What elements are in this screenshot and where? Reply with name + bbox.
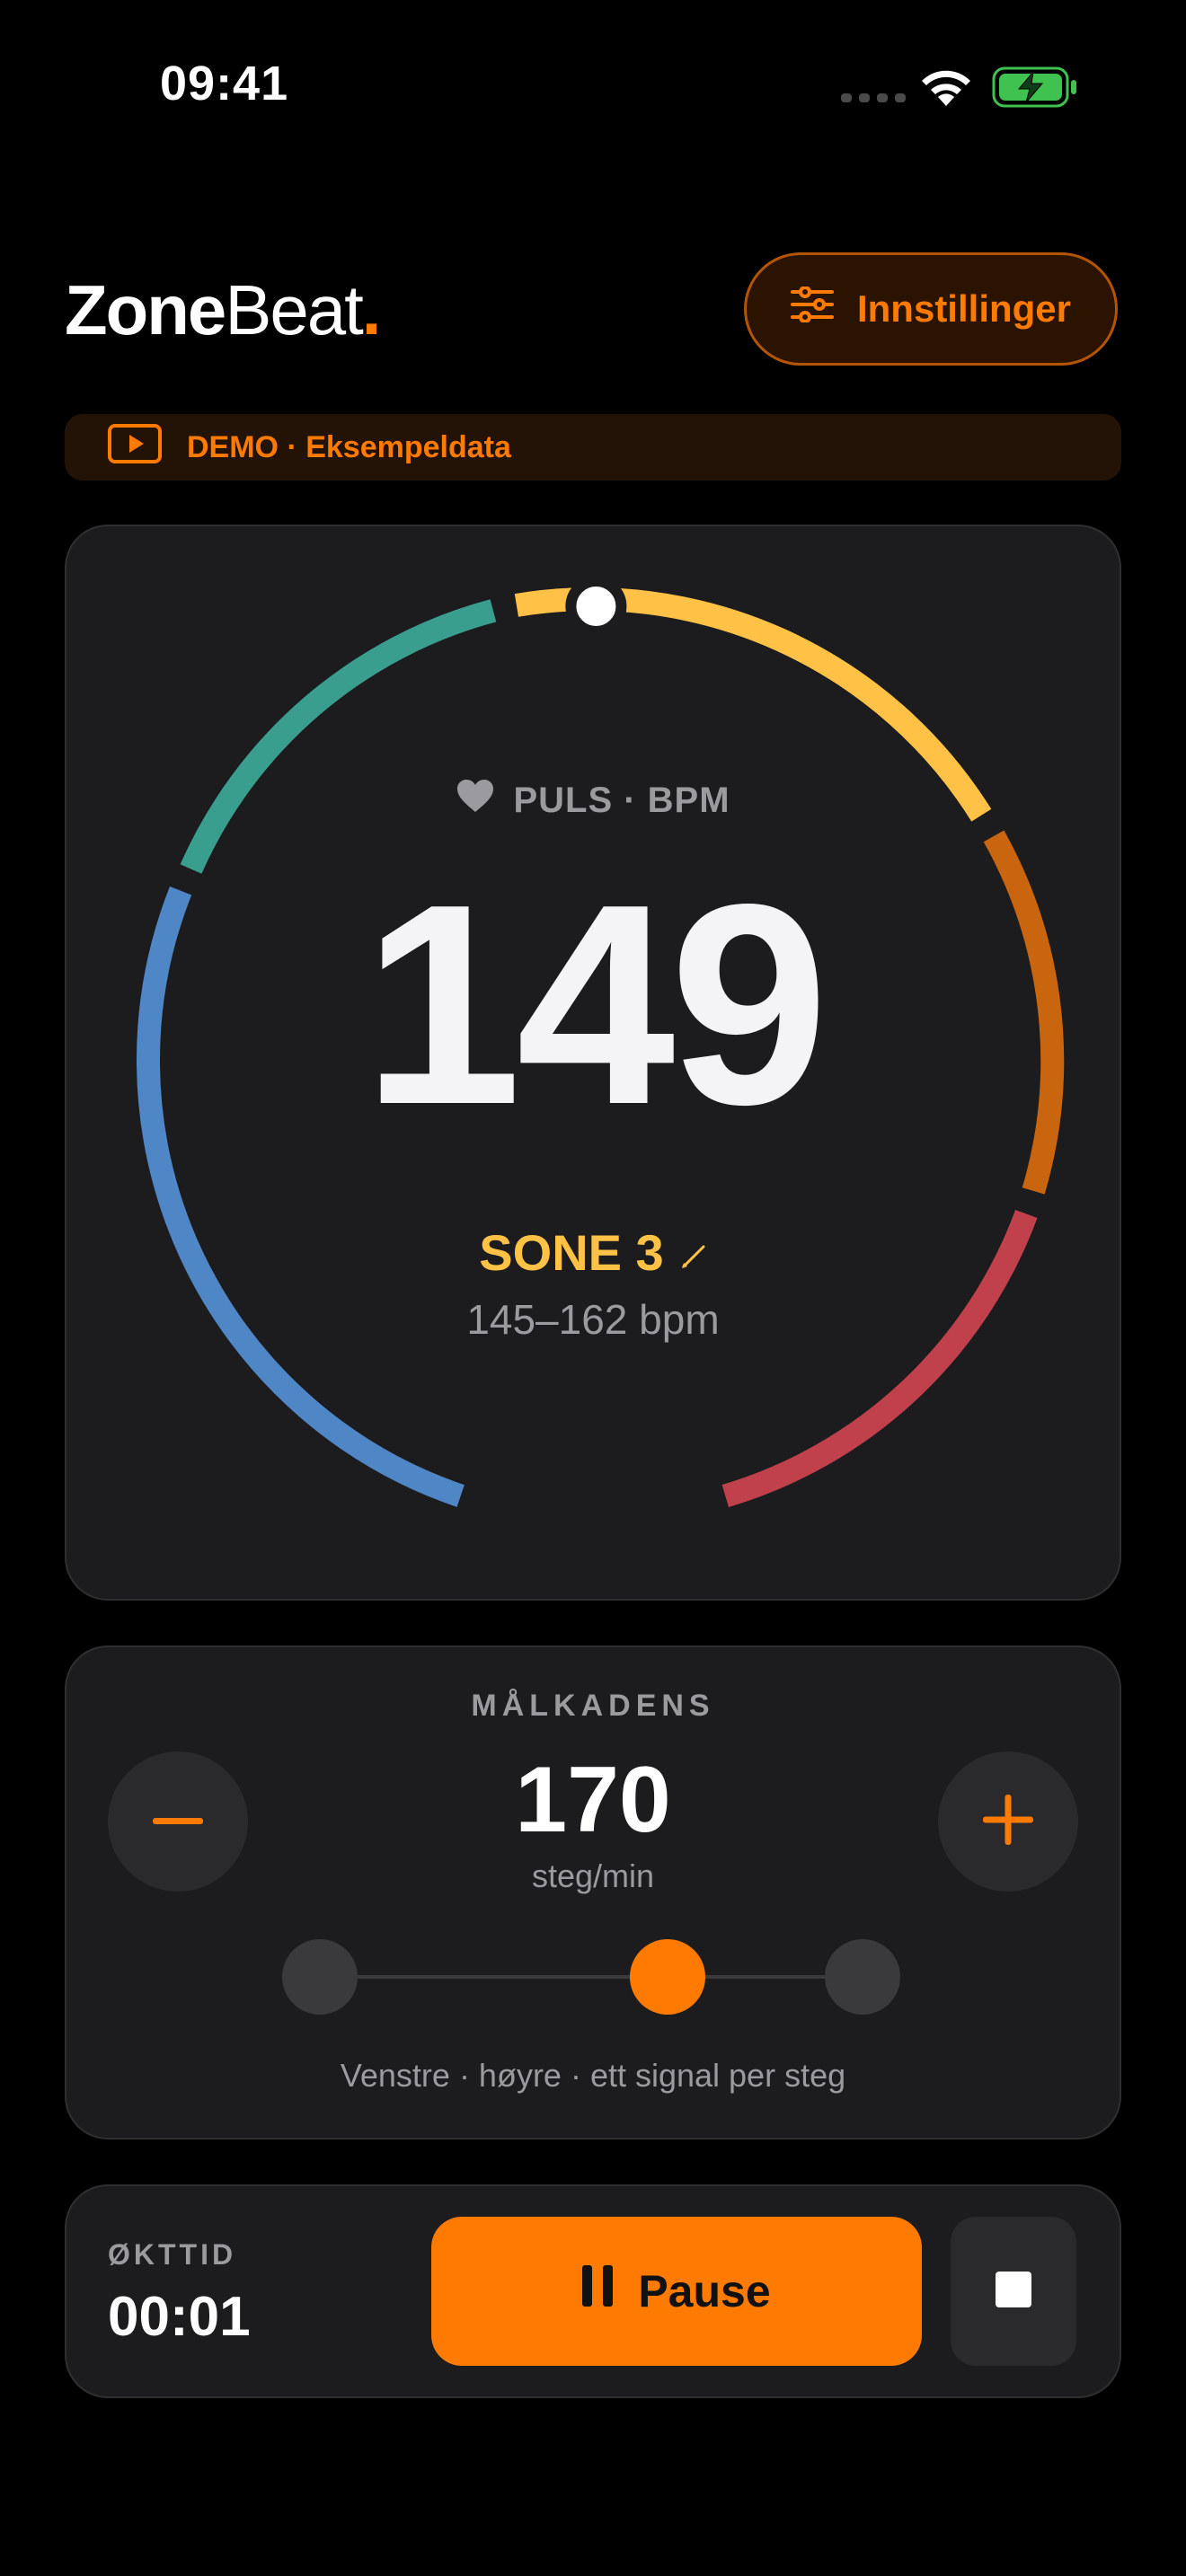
- logo-zone: Zone: [65, 270, 226, 349]
- zone-2-arc: [180, 599, 497, 874]
- step-dot-center-active: [630, 1939, 705, 2015]
- heart-rate-value: 149: [362, 845, 829, 1164]
- logo-beat: Beat: [225, 270, 363, 349]
- pause-button[interactable]: Pause: [431, 2217, 922, 2366]
- cadence-title: MÅLKADENS: [471, 1689, 715, 1723]
- cadence-hint: Venstre · høyre · ett signal per steg: [340, 2057, 846, 2094]
- step-dot-right: [825, 1939, 900, 2015]
- heart-rate-label-text: PULS · BPM: [513, 780, 730, 820]
- status-time: 09:41: [160, 57, 289, 110]
- zone-name: SONE 3: [479, 1224, 664, 1281]
- sliders-icon: [790, 286, 834, 331]
- edit-pencil-icon[interactable]: [680, 1223, 707, 1282]
- demo-banner[interactable]: DEMO · Eksempeldata: [65, 414, 1121, 481]
- stop-button[interactable]: [951, 2217, 1076, 2366]
- cellular-signal-icon: [841, 93, 913, 102]
- demo-banner-text: DEMO · Eksempeldata: [187, 429, 511, 464]
- stop-icon: [996, 2271, 1031, 2312]
- session-time-value: 00:01: [108, 2286, 251, 2348]
- settings-button[interactable]: Innstillinger: [744, 252, 1118, 366]
- zone-label[interactable]: SONE 3: [65, 1223, 1121, 1282]
- zone-range: 145–162 bpm: [466, 1296, 720, 1343]
- settings-label: Innstillinger: [856, 287, 1071, 330]
- increase-cadence-button[interactable]: [938, 1751, 1078, 1892]
- play-icon: [108, 423, 162, 472]
- pause-icon: [582, 2265, 614, 2317]
- app-logo: ZoneBeat.: [65, 269, 382, 351]
- heart-rate-label: PULS · BPM: [65, 778, 1121, 823]
- session-time-label: ØKTTID: [108, 2238, 237, 2271]
- heart-icon: [456, 778, 495, 823]
- plus-icon: [983, 1794, 1033, 1849]
- step-dot-left: [282, 1939, 358, 2015]
- battery-charging-icon: [992, 66, 1078, 108]
- wifi-icon: [918, 65, 974, 108]
- step-indicator-track: [320, 1975, 866, 1979]
- current-hr-indicator: [565, 576, 627, 637]
- logo-dot: .: [361, 270, 382, 349]
- pause-label: Pause: [638, 2266, 771, 2316]
